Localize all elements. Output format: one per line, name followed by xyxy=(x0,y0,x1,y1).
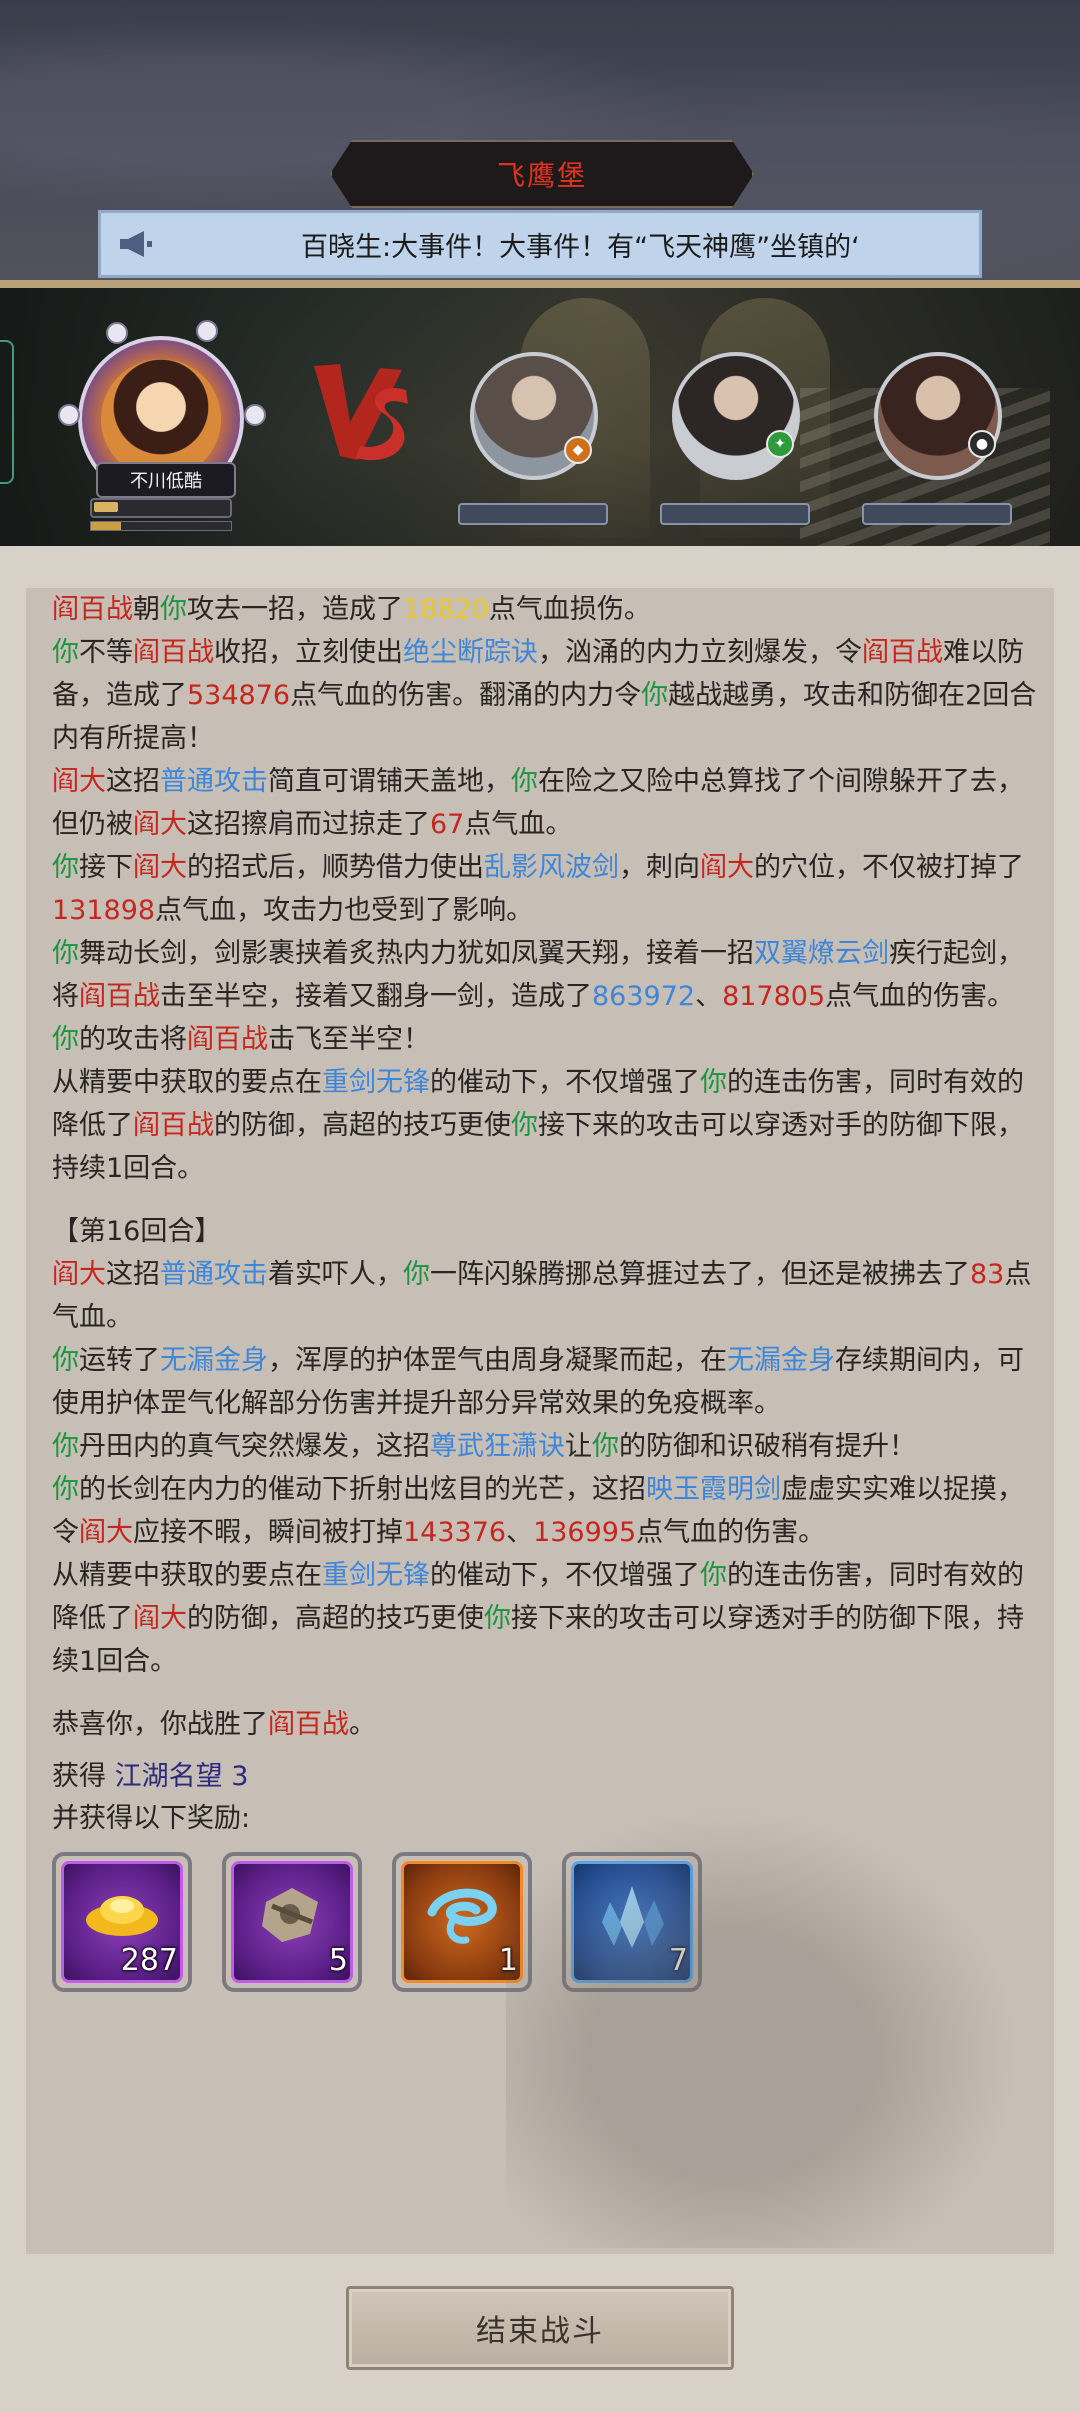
top-header: 飞鹰堡 百晓生:大事件！大事件！有“飞天神鹰”坐镇的‘ xyxy=(0,0,1080,285)
log-entry: 你舞动长剑，剑影裹挟着炙热内力犹如凤翼天翔，接着一招双翼燎云剑疾行起剑，将阎百战… xyxy=(52,938,1024,1012)
buff-pip-icon xyxy=(244,404,266,426)
reputation-value: 3 xyxy=(231,1761,249,1792)
player-hp-bar xyxy=(90,498,232,518)
log-entry: 你的攻击将阎百战击飞至半空！ xyxy=(52,1024,430,1055)
player-name: 不川低酷 xyxy=(96,462,236,498)
buff-pip-icon xyxy=(58,404,80,426)
log-entry: 你接下阎大的招式后，顺势借力使出乱影风波剑，刺向阎大的穴位，不仅被打掉了1318… xyxy=(52,852,1024,926)
log-entry: 阎百战朝你攻去一招，造成了18820点气血损伤。 xyxy=(52,594,651,625)
reward-item-relic[interactable]: 5 xyxy=(222,1852,362,1992)
reward-item-crystal[interactable]: 7 xyxy=(562,1852,702,1992)
log-entry: 阎大这招普通攻击着实吓人，你一阵闪躲腾挪总算捱过去了，但还是被拂去了83点气血。 xyxy=(52,1259,1032,1333)
victory-message: 恭喜你，你战胜了阎百战。 xyxy=(52,1709,376,1740)
enemy-hp-bar-2 xyxy=(660,503,810,525)
player-status-bars xyxy=(90,498,232,531)
log-entry: 从精要中获取的要点在重剑无锋的催动下，不仅增强了你的连击伤害，同时有效的降低了阎… xyxy=(52,1067,1024,1184)
end-battle-label: 结束战斗 xyxy=(476,2314,604,2349)
buff-pip-icon xyxy=(196,320,218,342)
log-entry: 你不等阎百战收招，立刻使出绝尘断踪诀，汹涌的内力立刻爆发，令阎百战难以防备，造成… xyxy=(52,637,1037,754)
location-title-plate: 飞鹰堡 xyxy=(330,140,754,208)
player-energy-bar xyxy=(90,521,232,531)
item-quantity: 1 xyxy=(498,1943,518,1978)
enemy-hp-bar-3 xyxy=(862,503,1012,525)
notice-bar[interactable]: 百晓生:大事件！大事件！有“飞天神鹰”坐镇的‘ xyxy=(98,210,982,278)
end-battle-button[interactable]: 结束战斗 xyxy=(346,2286,734,2370)
obtain-label: 获得 xyxy=(52,1761,106,1792)
more-rewards-label: 并获得以下奖励: xyxy=(52,1803,251,1834)
reputation-label: 江湖名望 xyxy=(114,1761,223,1792)
reward-item-gold[interactable]: 287 xyxy=(52,1852,192,1992)
battle-log: 阎百战朝你攻去一招，造成了18820点气血损伤。 你不等阎百战收招，立刻使出绝尘… xyxy=(52,588,1042,1992)
log-entry: 你丹田内的真气突然爆发，这招尊武狂潇诀让你的防御和识破稍有提升！ xyxy=(52,1431,916,1462)
log-entry: 你的长剑在内力的催动下折射出炫目的光芒，这招映玉霞明剑虚虚实实难以捉摸，令阎大应… xyxy=(52,1474,1024,1548)
vs-label: VS xyxy=(312,360,314,361)
enemy-avatar-3[interactable] xyxy=(874,352,1002,480)
notice-text: 百晓生:大事件！大事件！有“飞天神鹰”坐镇的‘ xyxy=(301,231,860,263)
wood-element-icon: ✦ xyxy=(766,430,794,458)
item-quantity: 7 xyxy=(668,1943,688,1978)
reward-summary: 获得 江湖名望 3 并获得以下奖励: xyxy=(52,1756,1042,1840)
log-entry: 从精要中获取的要点在重剑无锋的催动下，不仅增强了你的连击伤害，同时有效的降低了阎… xyxy=(52,1560,1024,1677)
buff-pip-icon xyxy=(106,322,128,344)
metal-element-icon: ● xyxy=(968,430,996,458)
log-entry: 阎大这招普通攻击简直可谓铺天盖地，你在险之又险中总算找了个间隙躲开了去，但仍被阎… xyxy=(52,766,1024,840)
gold-ingot-icon xyxy=(56,1882,188,1942)
battle-log-panel[interactable]: 阎百战朝你攻去一招，造成了18820点气血损伤。 你不等阎百战收招，立刻使出绝尘… xyxy=(26,588,1054,2254)
item-quantity: 287 xyxy=(120,1943,178,1978)
fire-element-icon: ◆ xyxy=(564,436,592,464)
item-quantity: 5 xyxy=(328,1943,348,1978)
reward-item-silk[interactable]: 1 xyxy=(392,1852,532,1992)
megaphone-icon xyxy=(101,230,171,258)
header-divider xyxy=(0,280,1080,288)
enemy-avatar-2[interactable] xyxy=(672,352,800,480)
reward-items: 287 5 1 7 xyxy=(52,1852,1042,1992)
location-title: 飞鹰堡 xyxy=(496,159,587,192)
player-portrait xyxy=(101,359,221,479)
round-header: 【第16回合】 xyxy=(52,1216,222,1247)
side-tab[interactable] xyxy=(0,340,14,484)
vs-emblem: VS xyxy=(312,360,408,461)
enemy-hp-bar-1 xyxy=(458,503,608,525)
log-entry: 你运转了无漏金身，浑厚的护体罡气由周身凝聚而起，在无漏金身存续期间内，可使用护体… xyxy=(52,1345,1024,1419)
